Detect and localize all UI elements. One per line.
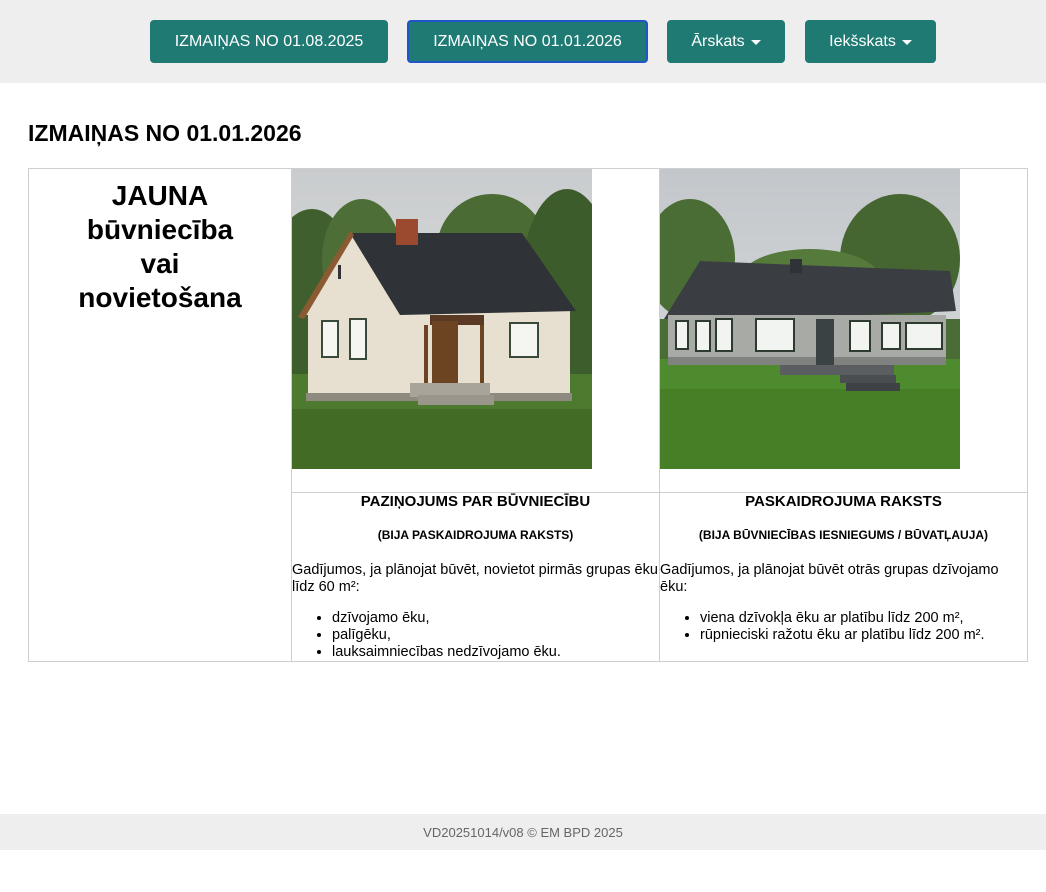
- interior-view-dropdown[interactable]: Iekšskats: [805, 20, 936, 63]
- card-title: PASKAIDROJUMA RAKSTS: [745, 493, 942, 510]
- card-description: Gadījumos, ja plānojat būvēt otrās grupa…: [660, 562, 999, 595]
- exterior-view-dropdown[interactable]: Ārskats: [667, 20, 785, 63]
- list-item: rūpnieciski ražotu ēku ar platību līdz 2…: [700, 627, 1027, 644]
- modular-house-image: [660, 169, 960, 469]
- page-title: IZMAIŅAS NO 01.01.2026: [28, 120, 302, 146]
- card-notification: PAZIŅOJUMS PAR BŪVNIECĪBU (BIJA PASKAIDR…: [291, 492, 660, 662]
- list-item: dzīvojamo ēku,: [332, 610, 659, 627]
- category-cell: JAUNA būvniecība vai novietošana: [28, 168, 292, 662]
- category-heading: JAUNA būvniecība vai novietošana: [78, 180, 242, 313]
- small-house-image: [292, 169, 592, 469]
- changes-2025-button[interactable]: IZMAIŅAS NO 01.08.2025: [150, 20, 388, 63]
- card-title: PAZIŅOJUMS PAR BŪVNIECĪBU: [360, 493, 591, 510]
- image-cell-1: [291, 168, 660, 493]
- card-subtitle: (BIJA BŪVNIECĪBAS IESNIEGUMS / BŪVATĻAUJ…: [698, 528, 989, 542]
- card-description: Gadījumos, ja plānojat būvēt, novietot p…: [292, 562, 658, 595]
- changes-2026-button[interactable]: IZMAIŅAS NO 01.01.2026: [407, 20, 648, 63]
- interior-view-label: Iekšskats: [829, 32, 896, 50]
- caret-down-icon: [901, 40, 912, 45]
- card-subtitle: (BIJA PASKAIDROJUMA RAKSTS): [377, 528, 574, 542]
- card-list: viena dzīvokļa ēku ar platību līdz 200 m…: [660, 610, 1027, 644]
- info-table: JAUNA būvniecība vai novietošana PAZIŅOJ…: [28, 168, 1028, 662]
- top-nav-bar: IZMAIŅAS NO 01.08.2025 IZMAIŅAS NO 01.01…: [0, 0, 1046, 83]
- footer-version: VD20251014/v08 © EM BPD 2025: [423, 824, 623, 840]
- image-cell-2: [659, 168, 1028, 493]
- caret-down-icon: [750, 40, 761, 45]
- list-item: viena dzīvokļa ēku ar platību līdz 200 m…: [700, 610, 1027, 627]
- card-list: dzīvojamo ēku, palīgēku, lauksaimniecība…: [292, 610, 659, 661]
- exterior-view-label: Ārskats: [691, 32, 745, 50]
- list-item: lauksaimniecības nedzīvojamo ēku.: [332, 644, 659, 661]
- list-item: palīgēku,: [332, 627, 659, 644]
- footer: VD20251014/v08 © EM BPD 2025: [0, 814, 1046, 850]
- card-explanatory-note: PASKAIDROJUMA RAKSTS (BIJA BŪVNIECĪBAS I…: [659, 492, 1028, 662]
